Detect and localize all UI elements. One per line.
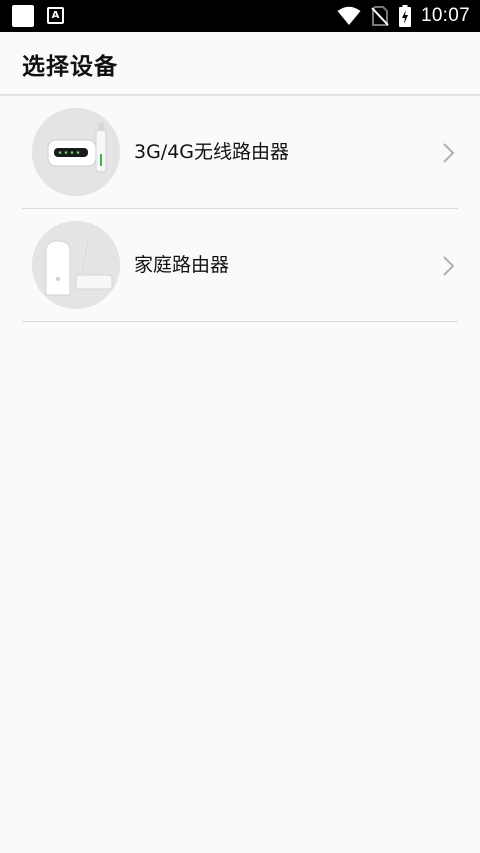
app-bar: 选择设备	[0, 32, 480, 96]
mobile-wifi-router-image	[32, 108, 120, 196]
chevron-right-icon	[443, 143, 455, 163]
wifi-icon	[337, 6, 361, 25]
status-bar: A 10:07	[0, 0, 480, 32]
chevron-right-icon	[443, 256, 455, 276]
no-sim-icon	[371, 6, 389, 26]
page-title: 选择设备	[22, 54, 118, 80]
status-time: 10:07	[420, 5, 470, 26]
home-router-image	[32, 221, 120, 309]
battery-charging-icon	[398, 5, 411, 27]
list-item-home-router[interactable]: 家庭路由器	[22, 209, 458, 322]
a-notification-icon: A	[47, 7, 64, 24]
device-label: 3G/4G无线路由器	[134, 141, 290, 163]
app-notification-icon	[12, 5, 34, 27]
device-list: 3G/4G无线路由器 家庭路由器	[22, 96, 458, 322]
list-item-mobile-router[interactable]: 3G/4G无线路由器	[22, 96, 458, 209]
device-label: 家庭路由器	[134, 254, 230, 276]
